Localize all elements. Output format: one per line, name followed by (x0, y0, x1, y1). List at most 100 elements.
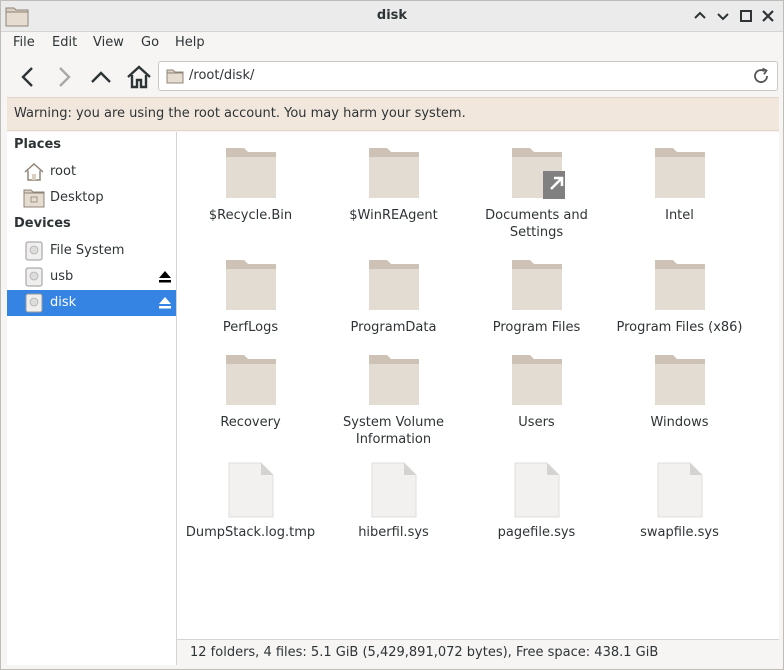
folder-icon (368, 148, 419, 198)
location-bar[interactable]: /root/disk/ (158, 61, 778, 91)
root-warning-bar: Warning: you are using the root account.… (7, 97, 779, 131)
file-name: Program Files (492, 320, 581, 335)
file-name: Users (518, 415, 555, 430)
menu-file[interactable]: File (13, 35, 35, 50)
sidebar-item-desktop[interactable]: Desktop (7, 185, 176, 211)
devices-heading: Devices (14, 216, 71, 231)
file-item[interactable]: Windows (608, 352, 751, 431)
file-item[interactable]: Program Files (x86) (608, 257, 751, 336)
document-icon (228, 462, 273, 518)
sidebar-item-label: root (50, 164, 77, 179)
folder-icon (654, 148, 705, 198)
file-name: $WinREAgent (349, 208, 438, 223)
file-item[interactable]: Recovery (179, 352, 322, 431)
maximize-icon (740, 10, 752, 22)
sidebar-item-label: File System (50, 243, 125, 258)
menu-view[interactable]: View (93, 35, 124, 50)
file-name: PerfLogs (222, 320, 279, 335)
file-item[interactable]: ProgramData (322, 257, 465, 336)
root-warning-text: Warning: you are using the root account.… (14, 106, 466, 121)
file-item[interactable]: Documents and Settings (465, 145, 608, 241)
eject-icon[interactable] (158, 270, 172, 284)
back-button[interactable] (14, 63, 42, 91)
file-name: $Recycle.Bin (208, 208, 293, 223)
forward-button[interactable] (50, 63, 78, 91)
minimize-button[interactable] (690, 6, 710, 26)
folder-icon (654, 260, 705, 310)
home-icon (24, 162, 44, 181)
file-name: swapfile.sys (640, 525, 719, 540)
file-item[interactable]: System Volume Information (322, 352, 465, 448)
chevron-down-icon (717, 13, 729, 21)
file-view[interactable]: $Recycle.Bin $WinREAgent Documents and S… (177, 132, 779, 639)
folder-icon (225, 148, 276, 198)
file-item[interactable]: pagefile.sys (465, 462, 608, 541)
file-item[interactable]: swapfile.sys (608, 462, 751, 541)
file-item[interactable]: $WinREAgent (322, 145, 465, 224)
status-text: 12 folders, 4 files: 5.1 GiB (5,429,891,… (190, 645, 659, 660)
menu-edit[interactable]: Edit (52, 35, 77, 50)
folder-link-icon (511, 148, 565, 199)
menu-go[interactable]: Go (141, 35, 159, 50)
document-icon (514, 462, 559, 518)
sidebar-item-label: disk (50, 295, 77, 310)
file-item[interactable]: hiberfil.sys (322, 462, 465, 541)
arrow-right-icon (59, 67, 71, 87)
drive-icon (25, 293, 43, 313)
drive-icon (25, 241, 43, 261)
file-name: Documents and Settings (485, 208, 588, 240)
sidebar-item-file-system[interactable]: File System (7, 238, 176, 264)
sidebar-item-label: Desktop (50, 190, 104, 205)
document-icon (657, 462, 702, 518)
file-name: Recovery (220, 415, 281, 430)
sidebar-item-label: usb (50, 269, 74, 284)
maximize-toggle-button[interactable] (713, 6, 733, 26)
places-heading: Places (14, 137, 62, 152)
file-name: Program Files (x86) (616, 320, 743, 335)
reload-icon[interactable] (751, 66, 771, 86)
folder-icon (368, 355, 419, 405)
maximize-button[interactable] (736, 6, 756, 26)
menu-bar: File Edit View Go Help (1, 32, 783, 56)
folder-icon (368, 260, 419, 310)
file-name: Windows (650, 415, 709, 430)
title-bar[interactable]: disk (1, 1, 783, 32)
folder-icon (511, 355, 562, 405)
folder-icon (225, 260, 276, 310)
file-item[interactable]: $Recycle.Bin (179, 145, 322, 224)
document-icon (371, 462, 416, 518)
menu-help[interactable]: Help (175, 35, 205, 50)
folder-icon (166, 69, 184, 84)
folder-icon (225, 355, 276, 405)
sidebar-item-disk[interactable]: disk (7, 290, 176, 316)
arrow-up-icon (91, 71, 111, 83)
close-icon (762, 10, 774, 22)
toolbar: /root/disk/ (1, 57, 783, 97)
file-name: pagefile.sys (497, 525, 576, 540)
sidebar-item-root[interactable]: root (7, 159, 176, 185)
status-bar: 12 folders, 4 files: 5.1 GiB (5,429,891,… (177, 639, 779, 665)
file-name: System Volume Information (343, 415, 444, 447)
file-name: ProgramData (350, 320, 437, 335)
folder-icon (654, 355, 705, 405)
file-item[interactable]: DumpStack.log.tmp (179, 462, 322, 541)
arrow-left-icon (21, 67, 33, 87)
up-button[interactable] (87, 63, 115, 91)
home-icon (127, 65, 151, 89)
file-item[interactable]: PerfLogs (179, 257, 322, 336)
file-name: DumpStack.log.tmp (185, 525, 316, 540)
location-path[interactable]: /root/disk/ (189, 68, 254, 83)
eject-icon[interactable] (158, 296, 172, 310)
sidebar-item-usb[interactable]: usb (7, 264, 176, 290)
home-button[interactable] (125, 63, 153, 91)
drive-icon (25, 267, 43, 287)
file-name: hiberfil.sys (358, 525, 429, 540)
desktop-folder-icon (23, 189, 45, 208)
folder-icon (511, 260, 562, 310)
close-button[interactable] (758, 6, 778, 26)
file-item[interactable]: Program Files (465, 257, 608, 336)
file-manager-window: disk File Edit View Go Help /root/disk/ … (0, 0, 784, 670)
file-item[interactable]: Intel (608, 145, 751, 224)
file-item[interactable]: Users (465, 352, 608, 431)
window-title: disk (376, 8, 408, 23)
